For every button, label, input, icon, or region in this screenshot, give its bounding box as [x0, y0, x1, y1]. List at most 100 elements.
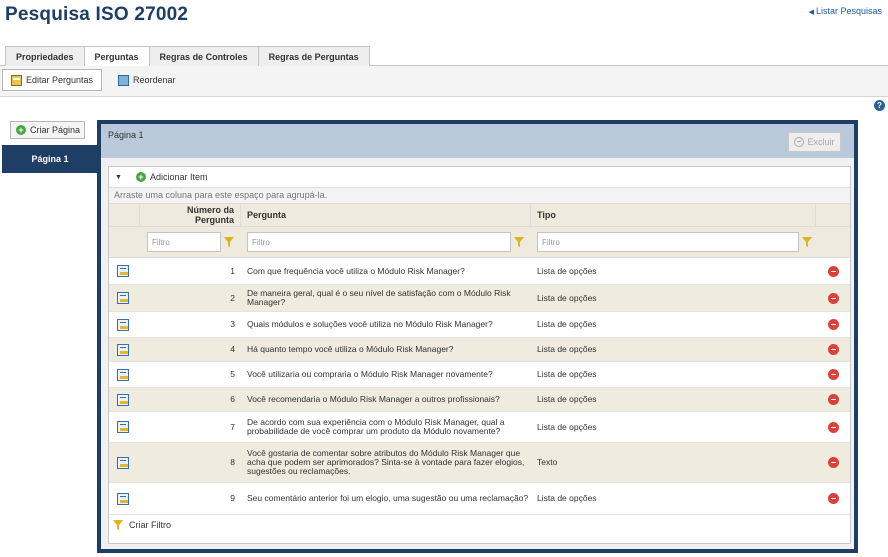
collapse-caret-icon[interactable]: ▼ — [115, 174, 122, 181]
question-type: Lista de opções — [537, 265, 597, 276]
delete-question-icon[interactable] — [828, 292, 839, 304]
filter-type-input[interactable]: Filtro — [537, 232, 799, 252]
delete-question-icon[interactable] — [828, 319, 839, 330]
edit-cell — [109, 258, 140, 284]
tab-bar: Propriedades Perguntas Regras de Control… — [5, 46, 370, 67]
tab-properties[interactable]: Propriedades — [5, 46, 85, 66]
table-row: 7 De acordo com sua experiência com o Mó… — [109, 412, 850, 443]
delete-cell — [816, 362, 850, 387]
tab-question-rules[interactable]: Regras de Perguntas — [257, 46, 370, 66]
column-header-question[interactable]: Pergunta — [241, 204, 531, 226]
edit-questions-icon — [11, 74, 22, 86]
question-number: 5 — [230, 369, 235, 379]
question-type: Lista de opções — [537, 493, 597, 503]
edit-cell — [109, 338, 140, 361]
delete-question-icon[interactable] — [828, 394, 839, 405]
create-page-button[interactable]: + Criar Página — [10, 121, 85, 139]
delete-cell — [816, 285, 850, 311]
sidebar-page-1[interactable]: Página 1 — [2, 145, 98, 173]
back-arrow-icon: ◀ — [808, 9, 814, 16]
create-filter-funnel-icon — [113, 520, 123, 530]
reorder-button[interactable]: Reordenar — [110, 69, 184, 91]
column-header-type[interactable]: Tipo — [531, 204, 816, 226]
table-row: 4 Há quanto tempo você utiliza o Módulo … — [109, 338, 850, 362]
edit-cell — [109, 388, 140, 411]
grid-toolbar: ▼ + Adicionar Item — [109, 167, 850, 188]
delete-question-icon[interactable] — [828, 493, 839, 504]
create-filter-button[interactable]: Criar Filtro — [109, 515, 850, 535]
filter-spacer — [109, 227, 140, 257]
edit-question-icon[interactable] — [117, 318, 129, 331]
question-number: 6 — [230, 394, 235, 404]
tab-questions[interactable]: Perguntas — [83, 46, 150, 67]
tab-control-rules[interactable]: Regras de Controles — [148, 46, 259, 66]
group-by-drop-zone[interactable]: Arraste uma coluna para este espaço para… — [109, 188, 850, 204]
reorder-label: Reordenar — [133, 75, 176, 85]
filter-question-funnel-icon[interactable] — [514, 237, 524, 247]
toolbar: Editar Perguntas Reordenar — [0, 66, 888, 97]
create-filter-label: Criar Filtro — [129, 520, 171, 530]
filter-type-funnel-icon[interactable] — [802, 237, 812, 247]
filter-number-cell: Filtro — [140, 227, 241, 257]
column-header-number[interactable]: Número da Pergunta — [140, 204, 241, 226]
question-number: 9 — [230, 493, 235, 503]
edit-questions-button[interactable]: Editar Perguntas — [2, 69, 103, 91]
question-text: Com que frequência você utiliza o Módulo… — [247, 265, 465, 276]
grid-body: 1 Com que frequência você utiliza o Módu… — [109, 258, 850, 515]
edit-question-icon[interactable] — [117, 292, 129, 304]
question-type: Lista de opções — [537, 369, 597, 379]
list-surveys-link[interactable]: ◀ Listar Pesquisas — [809, 6, 882, 16]
delete-question-icon[interactable] — [828, 457, 839, 468]
question-type: Lista de opções — [537, 421, 597, 432]
delete-question-icon[interactable] — [828, 265, 839, 277]
question-type: Lista de opções — [537, 292, 597, 303]
question-type: Lista de opções — [537, 344, 597, 354]
question-text: Você utilizaria ou compraria o Módulo Ri… — [247, 369, 493, 379]
question-number: 7 — [230, 421, 235, 432]
delete-question-icon[interactable] — [828, 421, 839, 433]
edit-question-icon[interactable] — [117, 492, 129, 505]
filter-number-funnel-icon[interactable] — [224, 237, 234, 247]
delete-cell — [816, 258, 850, 284]
panel-title: Página 1 — [108, 130, 144, 140]
question-text: Você recomendaria o Módulo Risk Manager … — [247, 394, 500, 404]
filter-action-spacer — [816, 227, 850, 257]
panel-header: Página 1 Excluir — [101, 124, 854, 158]
header-icon-cell — [109, 204, 140, 226]
add-item-icon[interactable]: + — [135, 172, 146, 182]
filter-type-cell: Filtro — [531, 227, 816, 257]
header-action-cell — [816, 204, 850, 226]
questions-grid: ▼ + Adicionar Item Arraste uma coluna pa… — [108, 166, 851, 544]
question-number: 1 — [230, 265, 235, 276]
edit-question-icon[interactable] — [117, 343, 129, 356]
filter-question-input[interactable]: Filtro — [247, 232, 511, 252]
edit-question-icon[interactable] — [117, 368, 129, 381]
question-text: Quais módulos e soluções você utiliza no… — [247, 319, 493, 329]
edit-question-icon[interactable] — [117, 265, 129, 277]
filter-number-input[interactable]: Filtro — [147, 232, 221, 252]
add-item-label[interactable]: Adicionar Item — [150, 172, 208, 182]
create-page-label: Criar Página — [30, 125, 81, 135]
edit-cell — [109, 312, 140, 337]
edit-question-icon[interactable] — [117, 421, 129, 433]
grid-header-row: Número da Pergunta Pergunta Tipo — [109, 204, 850, 227]
question-number: 8 — [230, 457, 235, 467]
delete-question-icon[interactable] — [828, 344, 839, 355]
table-row: 3 Quais módulos e soluções você utiliza … — [109, 312, 850, 338]
edit-question-icon[interactable] — [117, 456, 129, 469]
delete-cell — [816, 388, 850, 411]
edit-question-icon[interactable] — [117, 393, 129, 406]
grid-filter-row: Filtro Filtro Filtro — [109, 227, 850, 258]
question-text: Seu comentário anterior foi um elogio, u… — [247, 493, 529, 503]
delete-question-icon[interactable] — [828, 369, 839, 380]
delete-label: Excluir — [807, 137, 835, 147]
delete-cell — [816, 412, 850, 442]
table-row: 8 Você gostaria de comentar sobre atribu… — [109, 443, 850, 483]
question-type: Texto — [537, 457, 558, 467]
edit-cell — [109, 285, 140, 311]
delete-page-button[interactable]: Excluir — [788, 132, 841, 152]
help-icon[interactable]: ? — [874, 100, 885, 111]
table-row: 1 Com que frequência você utiliza o Módu… — [109, 258, 850, 285]
delete-cell — [816, 483, 850, 514]
page-panel: Página 1 Excluir ▼ + Adicionar Item Arra… — [97, 120, 858, 553]
